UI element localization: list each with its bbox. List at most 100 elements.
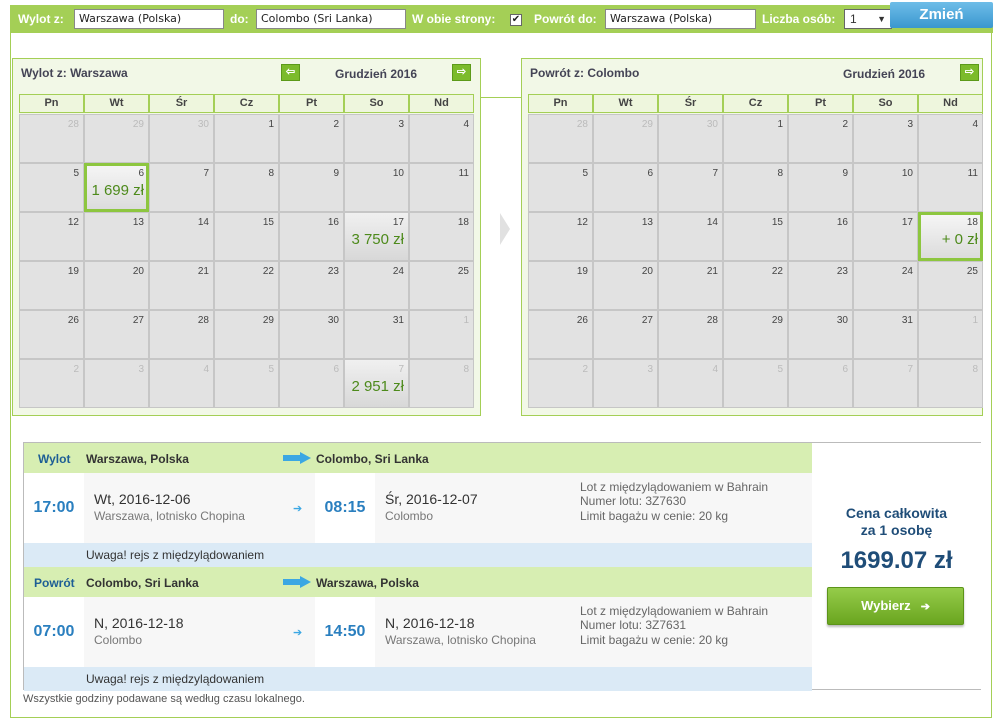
outbound-title-city: Warszawa — [70, 66, 128, 80]
calendar-day[interactable]: 14 — [149, 212, 214, 261]
calendar-day[interactable]: 25 — [409, 261, 474, 310]
calendar-day: 3 — [84, 359, 149, 408]
calendar-day[interactable]: 28 — [149, 310, 214, 359]
from-input[interactable]: Warszawa (Polska) — [74, 9, 224, 29]
calendar-day[interactable]: 11 — [409, 163, 474, 212]
calendar-day: 29 — [84, 114, 149, 163]
calendar-day[interactable]: 2 — [788, 114, 853, 163]
calendar-day[interactable]: 13 — [593, 212, 658, 261]
day-number: 28 — [706, 315, 718, 326]
calendar-day[interactable]: 25 — [918, 261, 983, 310]
calendar-day[interactable]: 30 — [788, 310, 853, 359]
calendar-day: 7 2 951 zł — [344, 359, 409, 408]
day-price: 1 699 zł — [91, 182, 144, 199]
calendar-day[interactable]: 24 — [853, 261, 918, 310]
calendar-day[interactable]: 10 — [344, 163, 409, 212]
calendar-day[interactable]: 5 — [528, 163, 593, 212]
calendar-day[interactable]: 26 — [528, 310, 593, 359]
calendar-day[interactable]: 8 — [214, 163, 279, 212]
calendar-day[interactable]: 15 — [723, 212, 788, 261]
outbound-calendar: Wylot z: Warszawa ⇦ Grudzień 2016 ⇨ Pn Wt… — [12, 58, 481, 416]
day-number: 28 — [197, 315, 209, 326]
calendar-day[interactable]: 21 — [658, 261, 723, 310]
calendar-day[interactable]: 11 — [918, 163, 983, 212]
calendar-day[interactable]: 6 — [593, 163, 658, 212]
calendar-day[interactable]: 22 — [214, 261, 279, 310]
calendar-day[interactable]: 19 — [19, 261, 84, 310]
calendar-day[interactable]: 12 — [19, 212, 84, 261]
calendar-day[interactable]: 31 — [344, 310, 409, 359]
outbound-info-flight-number: Numer lotu: 3Z7630 — [580, 494, 687, 508]
outbound-info-stopover: Lot z międzylądowaniem w Bahrain — [580, 480, 769, 494]
day-number: 6 — [647, 168, 653, 179]
choose-button[interactable]: Wybierz ➔ — [827, 587, 964, 625]
calendar-day: 5 — [214, 359, 279, 408]
calendar-day[interactable]: 20 — [84, 261, 149, 310]
day-number: 31 — [901, 315, 913, 326]
calendar-day[interactable]: 12 — [528, 212, 593, 261]
calendar-day[interactable]: 4 — [918, 114, 983, 163]
calendar-day[interactable]: 24 — [344, 261, 409, 310]
outbound-arr-time: 08:15 — [315, 473, 375, 543]
calendar-day[interactable]: 20 — [593, 261, 658, 310]
calendar-day[interactable]: 28 — [658, 310, 723, 359]
calendar-day[interactable]: 13 — [84, 212, 149, 261]
day-number: 13 — [132, 217, 144, 228]
calendar-day[interactable]: 17 — [853, 212, 918, 261]
calendar-day[interactable]: 7 — [658, 163, 723, 212]
day-number: 25 — [457, 266, 469, 277]
day-number: 1 — [777, 119, 783, 130]
calendar-day[interactable]: 19 — [528, 261, 593, 310]
calendar-day[interactable]: 29 — [723, 310, 788, 359]
calendar-day[interactable]: 9 — [788, 163, 853, 212]
calendar-day[interactable]: 6 1 699 zł — [84, 163, 149, 212]
calendar-day[interactable]: 26 — [19, 310, 84, 359]
calendar-day[interactable]: 23 — [788, 261, 853, 310]
calendar-day[interactable]: 27 — [593, 310, 658, 359]
calendar-day[interactable]: 27 — [84, 310, 149, 359]
return-info-stopover: Lot z międzylądowaniem w Bahrain — [580, 604, 769, 618]
next-month-button[interactable]: ⇨ — [452, 64, 471, 81]
calendar-day[interactable]: 3 — [344, 114, 409, 163]
calendar-day[interactable]: 3 — [853, 114, 918, 163]
calendar-day[interactable]: 29 — [214, 310, 279, 359]
arrow-right-icon: ➔ — [293, 627, 303, 639]
return-dep-date: N, 2016-12-18 — [94, 615, 184, 631]
calendar-day[interactable]: 10 — [853, 163, 918, 212]
calendar-day[interactable]: 18 — [409, 212, 474, 261]
calendar-day[interactable]: 1 — [723, 114, 788, 163]
day-number: 6 — [842, 364, 848, 375]
return-input[interactable]: Warszawa (Polska) — [605, 9, 756, 29]
prev-month-button[interactable]: ⇦ — [281, 64, 300, 81]
calendar-day[interactable]: 16 — [279, 212, 344, 261]
persons-select[interactable]: 1 ▼ — [844, 9, 892, 29]
calendar-day[interactable]: 5 — [19, 163, 84, 212]
calendar-day[interactable]: 30 — [279, 310, 344, 359]
to-input[interactable]: Colombo (Sri Lanka) — [256, 9, 406, 29]
day-number: 1 — [972, 315, 978, 326]
calendar-day[interactable]: 16 — [788, 212, 853, 261]
day-number: 9 — [333, 168, 339, 179]
change-button[interactable]: Zmień — [890, 2, 993, 28]
calendar-day[interactable]: 18 + 0 zł — [918, 212, 983, 261]
calendar-day[interactable]: 4 — [409, 114, 474, 163]
return-next-month-button[interactable]: ⇨ — [960, 64, 979, 81]
day-number: 21 — [197, 266, 209, 277]
calendar-day[interactable]: 22 — [723, 261, 788, 310]
calendar-day[interactable]: 2 — [279, 114, 344, 163]
day-number: 8 — [777, 168, 783, 179]
day-number: 4 — [203, 364, 209, 375]
calendar-day[interactable]: 15 — [214, 212, 279, 261]
calendar-day[interactable]: 9 — [279, 163, 344, 212]
roundtrip-checkbox[interactable]: ✔ — [510, 14, 522, 26]
calendar-day[interactable]: 31 — [853, 310, 918, 359]
calendar-day[interactable]: 23 — [279, 261, 344, 310]
calendar-day[interactable]: 1 — [214, 114, 279, 163]
calendar-day[interactable]: 8 — [723, 163, 788, 212]
calendar-day[interactable]: 7 — [149, 163, 214, 212]
calendar-day[interactable]: 21 — [149, 261, 214, 310]
calendar-day[interactable]: 14 — [658, 212, 723, 261]
day-number: 7 — [712, 168, 718, 179]
day-number: 20 — [132, 266, 144, 277]
calendar-day[interactable]: 17 3 750 zł — [344, 212, 409, 261]
